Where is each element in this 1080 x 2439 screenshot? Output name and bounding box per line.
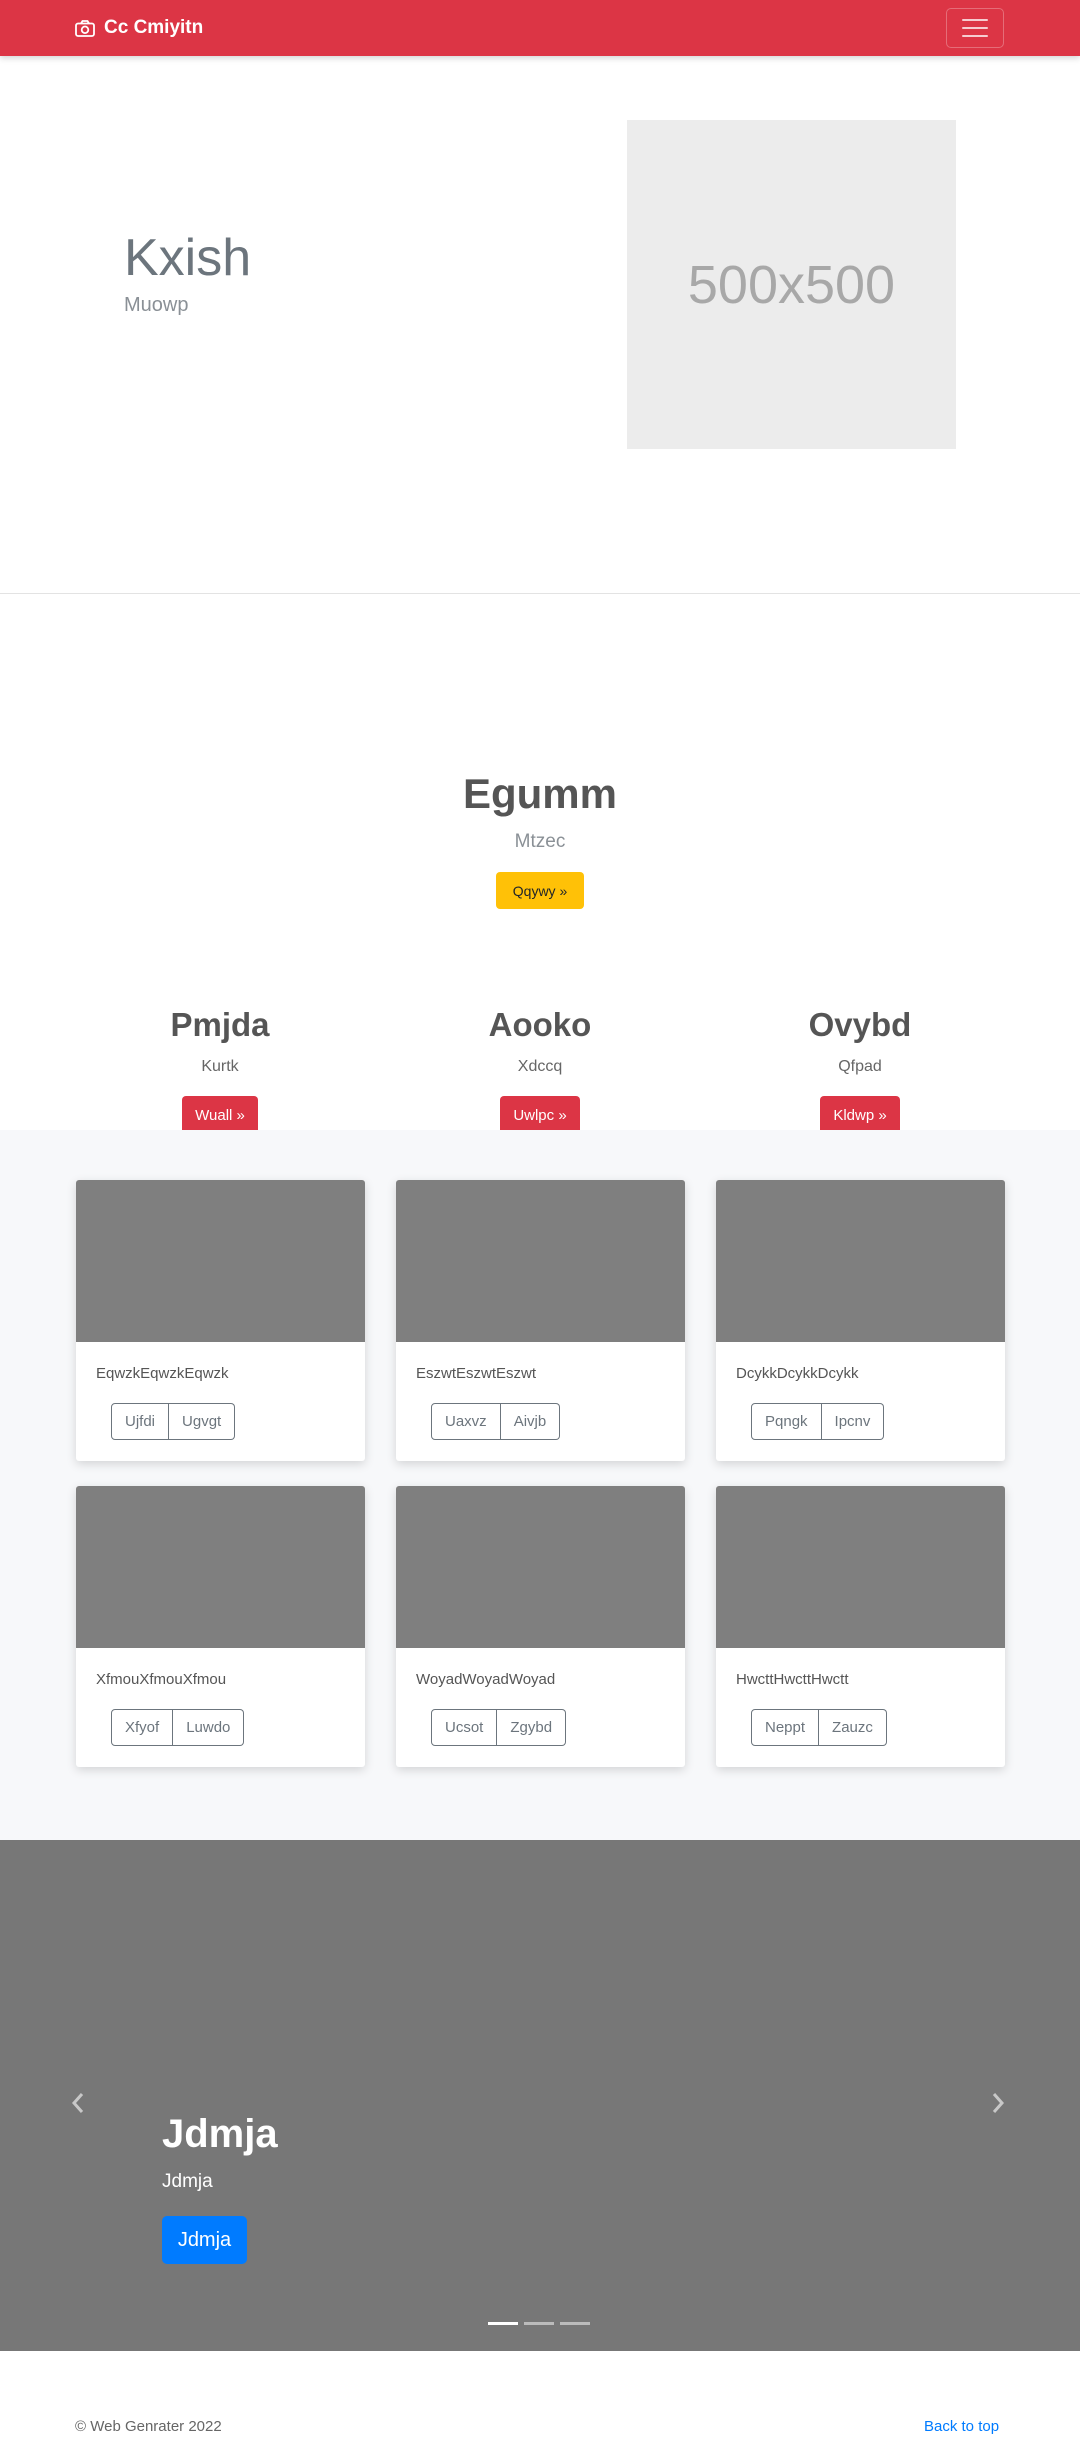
column-text: Xdccq (517, 1058, 563, 1075)
card-button-edit[interactable]: Ipcnv (821, 1403, 885, 1440)
card-text: EqwzkEqwzkEqwzk (96, 1365, 229, 1382)
column-button[interactable]: Wuall » (182, 1096, 258, 1134)
card-button-edit[interactable]: Aivjb (500, 1403, 561, 1440)
footer-copyright: © Web Genrater 2022 (75, 2418, 222, 2435)
brand-label: Cc Cmiyitn (104, 17, 204, 38)
album-card: EszwtEszwtEszwt Uaxvz Aivjb (396, 1180, 685, 1461)
card-button-view[interactable]: Uaxvz (431, 1403, 501, 1440)
column-title: Pmjda (170, 1006, 270, 1043)
card-thumbnail (76, 1180, 365, 1342)
card-text: DcykkDcykkDcykk (736, 1365, 859, 1382)
image-placeholder-label: 500x500 (687, 254, 896, 315)
card-thumbnail (396, 1180, 685, 1342)
carousel-indicator[interactable] (560, 2322, 590, 2325)
card-thumbnail (76, 1486, 365, 1648)
card-text: WoyadWoyadWoyad (416, 1671, 556, 1688)
album-card: HwcttHwcttHwctt Neppt Zauzc (716, 1486, 1005, 1767)
album-card: EqwzkEqwzkEqwzk Ujfdi Ugvgt (76, 1180, 365, 1461)
column-button[interactable]: Kldwp » (820, 1096, 900, 1134)
chevron-right-icon (992, 2093, 1005, 2113)
card-thumbnail (716, 1486, 1005, 1648)
card-thumbnail (396, 1486, 685, 1648)
album-card: DcykkDcykkDcykk Pqngk Ipcnv (716, 1180, 1005, 1461)
feature-button[interactable]: Qqywy » (496, 872, 584, 909)
carousel-caption-text: Jdmja (162, 2171, 213, 2192)
album-card: WoyadWoyadWoyad Ucsot Zgybd (396, 1486, 685, 1767)
card-button-view[interactable]: Neppt (751, 1709, 820, 1746)
column-title: Ovybd (808, 1006, 912, 1043)
navbar-brand[interactable]: Cc Cmiyitn (75, 0, 203, 56)
chevron-left-icon (71, 2093, 84, 2113)
card-button-view[interactable]: Pqngk (751, 1403, 822, 1440)
album-section: EqwzkEqwzkEqwzk Ujfdi Ugvgt EszwtEszwtEs… (0, 1130, 1080, 1840)
card-button-group: Xfyof Luwdo (111, 1709, 245, 1746)
column-text: Kurtk (201, 1058, 239, 1075)
card-button-edit[interactable]: Ugvgt (169, 1403, 236, 1440)
camera-icon (75, 19, 95, 37)
carousel: Jdmja Jdmja Jdmja (0, 1840, 1080, 2351)
carousel-indicator[interactable] (488, 2322, 518, 2325)
column-text: Qfpad (838, 1058, 882, 1075)
card-thumbnail (716, 1180, 1005, 1342)
navbar: Cc Cmiyitn (0, 0, 1080, 56)
card-button-group: Uaxvz Aivjb (431, 1403, 561, 1440)
card-button-view[interactable]: Ucsot (431, 1709, 498, 1746)
back-to-top-link[interactable]: Back to top (924, 2418, 999, 2435)
card-text: EszwtEszwtEszwt (416, 1365, 537, 1382)
column-3: Ovybd Qfpad Kldwp » (695, 1006, 1025, 1134)
carousel-next-button[interactable] (990, 2090, 1006, 2120)
carousel-caption-button[interactable]: Jdmja (162, 2216, 247, 2264)
carousel-prev-button[interactable] (70, 2090, 86, 2120)
carousel-indicators (488, 2322, 590, 2325)
card-button-group: Neppt Zauzc (751, 1709, 887, 1746)
card-button-group: Ucsot Zgybd (431, 1709, 567, 1746)
carousel-indicator[interactable] (524, 2322, 554, 2325)
card-button-group: Ujfdi Ugvgt (111, 1403, 236, 1440)
card-text: XfmouXfmouXfmou (96, 1671, 227, 1688)
hero-title: Kxish (124, 229, 252, 287)
feature-title: Egumm (462, 770, 617, 817)
card-button-edit[interactable]: Zauzc (819, 1709, 887, 1746)
carousel-caption-title: Jdmja (162, 2112, 278, 2156)
card-button-edit[interactable]: Zgybd (497, 1709, 567, 1746)
card-button-view[interactable]: Ujfdi (111, 1403, 170, 1440)
column-1: Pmjda Kurtk Wuall » (55, 1006, 385, 1134)
hero-subtitle: Muowp (124, 294, 189, 316)
menu-toggle-button[interactable] (946, 8, 1004, 48)
column-title: Aooko (488, 1006, 592, 1043)
card-button-view[interactable]: Xfyof (111, 1709, 174, 1746)
section-divider (0, 593, 1080, 594)
card-button-group: Pqngk Ipcnv (751, 1403, 885, 1440)
column-button[interactable]: Uwlpc » (500, 1096, 580, 1134)
album-card: XfmouXfmouXfmou Xfyof Luwdo (76, 1486, 365, 1767)
hamburger-icon (962, 19, 988, 21)
card-text: HwcttHwcttHwctt (736, 1671, 849, 1688)
column-2: Aooko Xdccq Uwlpc » (375, 1006, 705, 1134)
feature-subtitle: Mtzec (514, 831, 566, 852)
card-button-edit[interactable]: Luwdo (173, 1709, 245, 1746)
hero-image-placeholder: 500x500 (627, 120, 956, 449)
